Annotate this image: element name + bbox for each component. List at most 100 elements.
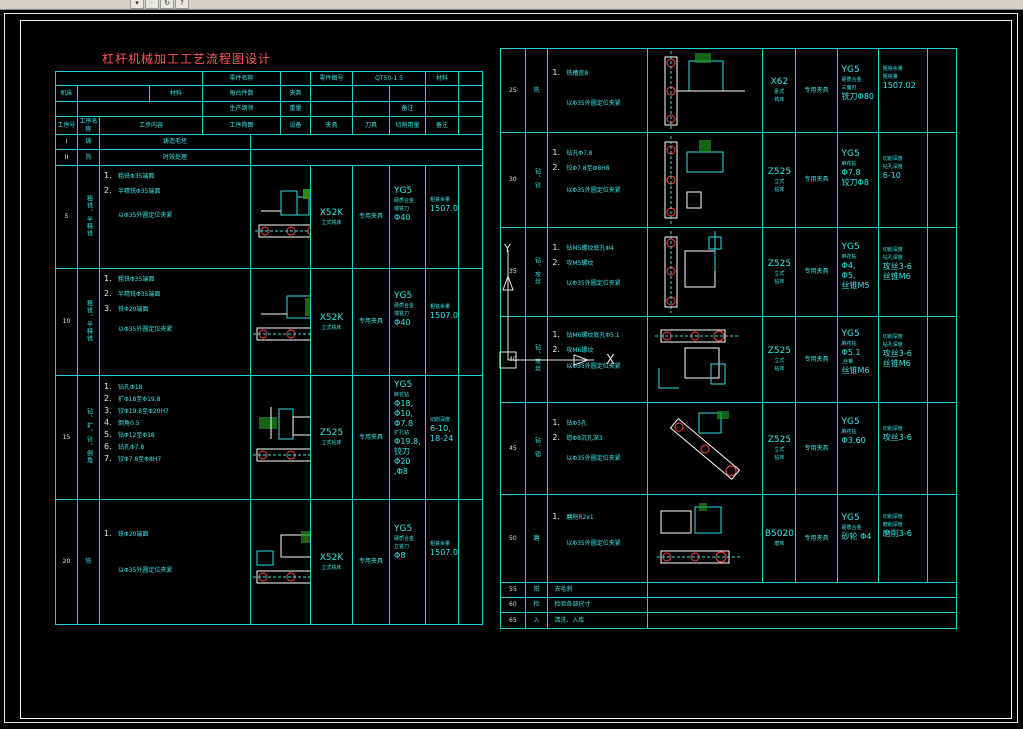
tool-detail: Φ18, — [394, 399, 414, 408]
machine: Z525 — [767, 435, 792, 445]
step-number: 1. — [552, 418, 560, 427]
table-row: 50 磨 1. 磨削R2x1 以Φ35外圆定位夹紧 B5020 磨床 专用夹具 … — [500, 494, 957, 583]
op-number: 15 — [55, 375, 78, 500]
ucs-y-label: Y — [504, 242, 511, 255]
tool-detail: 丝锥M6 — [841, 366, 870, 375]
step-text: 以Φ35外圆定位夹紧 — [118, 567, 173, 574]
step-number: 1. — [104, 529, 112, 538]
machine: B5020 — [764, 529, 794, 539]
op-sketch — [647, 316, 764, 403]
cut-detail: 磨削3-6 — [882, 529, 912, 538]
tool-detail: 丝锥M5 — [841, 281, 870, 290]
cut-detail: 攻丝3-6 — [882, 262, 912, 271]
cut-detail: 钻孔深度 — [882, 255, 903, 261]
ucs-x-label: X — [606, 353, 615, 368]
machine: Z525 — [767, 166, 792, 177]
machine-sub: 卧式 — [774, 89, 785, 95]
step-number: 2. — [552, 163, 560, 172]
cut-detail: 1507.02 — [882, 81, 916, 90]
table-row: II 热 时效处理 — [55, 149, 484, 166]
op-name: 钻、铰 — [533, 168, 541, 189]
lever-sketch-icon — [253, 295, 310, 341]
tool-detail: Φ5.1 — [841, 348, 861, 357]
tool-detail: 硬质合金 — [394, 303, 415, 309]
fixture: 专用夹具 — [795, 494, 838, 583]
op-sketch — [249, 165, 312, 269]
step-text: 以Φ35外圆定位夹紧 — [566, 540, 621, 547]
tool: YG5 — [394, 380, 413, 390]
cut-detail: 18-24 — [430, 434, 454, 443]
col-header: 工步内容 — [99, 116, 203, 135]
col-header: 工序号 — [55, 116, 78, 135]
tool: YG5 — [841, 149, 860, 159]
step-text: 以Φ35外圆定位夹紧 — [118, 326, 173, 333]
step-text: 铣Φ20端面 — [118, 531, 149, 538]
step-number: 6. — [104, 442, 112, 451]
op-number: 55 — [500, 582, 526, 598]
op-name: 铣 — [524, 48, 549, 133]
tool-detail: 麻花钻 — [841, 161, 857, 167]
machine-sub: 立式 — [774, 270, 785, 277]
tool-detail: Φ8 — [394, 551, 406, 560]
header-cell: 零件名称 — [201, 71, 282, 86]
machine-sub: 磨床 — [774, 541, 785, 547]
op-number: II — [55, 149, 78, 166]
table-row: 20 铣 1. 铣Φ20端面 以Φ35外圆定位夹紧 X52K 立式铣床 专用夹具… — [55, 499, 484, 625]
fixture: 专用夹具 — [795, 132, 838, 228]
machine: X52K — [319, 207, 344, 218]
tool-detail: 立铣刀 — [394, 544, 410, 550]
fixture: 专用夹具 — [795, 402, 838, 495]
lever-sketch-icon — [255, 189, 310, 238]
header-cell: 零件图号 — [310, 71, 354, 86]
tool-detail: 端铣刀 — [394, 311, 410, 317]
toolbar-refresh-button[interactable]: ↻ — [160, 0, 174, 9]
machine-sub: 立式铣床 — [321, 564, 342, 571]
op-number: 25 — [500, 48, 526, 133]
cut-detail: 切削深度 — [430, 417, 451, 423]
op-sketch — [647, 402, 764, 495]
machine-sub: 立式铣床 — [321, 324, 342, 331]
tool-detail: Φ40 — [394, 318, 411, 327]
tool-detail: Φ3.60 — [841, 436, 866, 445]
step-number: 1. — [552, 512, 560, 521]
col-header: 刀具 — [352, 116, 391, 135]
machine-sub: 立式铣床 — [321, 219, 342, 226]
tool: YG5 — [394, 291, 413, 301]
cut-detail: 粗铣余量 — [430, 197, 451, 203]
tool-detail: Φ7.8 — [394, 419, 414, 428]
op-number: 30 — [500, 132, 526, 228]
header-cell: 机床 — [55, 85, 78, 102]
op-sketch — [647, 48, 764, 133]
op-name: 入 — [524, 612, 549, 629]
toolbar-dropdown-button[interactable]: ▾ — [130, 0, 144, 9]
col-header: 夹具 — [310, 116, 354, 135]
machine-sub: 钻床 — [774, 278, 785, 285]
machine: X52K — [319, 312, 344, 323]
step-text: 铣槽宽8 — [566, 70, 589, 77]
tool: YG5 — [841, 417, 860, 427]
op-content: 检验各部尺寸 — [547, 597, 649, 613]
table-row: 55 钳 去毛刺 — [500, 582, 957, 598]
cut-detail: 钻孔深度 — [882, 342, 903, 348]
toolbar-button[interactable]: · — [145, 0, 159, 9]
cut-detail: 切削深度 — [882, 426, 903, 432]
machine: Z525 — [767, 346, 792, 356]
step-text: 粗铣Φ35端面 — [118, 173, 155, 180]
toolbar-help-button[interactable]: ? — [175, 0, 189, 9]
step-text: 以Φ35外圆定位夹紧 — [566, 455, 621, 462]
toolbar: ▾ · ↻ ? — [0, 0, 1023, 10]
cut-detail: 粗铣余量 — [430, 304, 451, 310]
tool: YG5 — [841, 242, 860, 252]
op-name: 检 — [524, 597, 549, 613]
lever-sketch-icon — [253, 531, 310, 584]
tool-detail: 麻花钻 — [841, 341, 857, 347]
machine-sub: 钻床 — [774, 455, 785, 461]
step-text: 倒角0.5 — [118, 420, 140, 427]
op-content: 清洗、入库 — [547, 612, 649, 629]
step-number: 1. — [104, 171, 112, 180]
drawing-canvas[interactable]: 杠杆机械加工工艺流程图设计 零件名称 零件图号 QT50-1.5 材料 机床 材… — [0, 10, 1023, 729]
column-header-row: 工序号 工序名称 工步内容 工序简图 设备 夹具 刀具 切削用量 备注 — [55, 116, 484, 135]
header-row-2: 机床 材料 每台件数 夹具 — [55, 85, 484, 102]
op-number: 5 — [55, 165, 78, 269]
op-name: 热 — [77, 149, 100, 166]
